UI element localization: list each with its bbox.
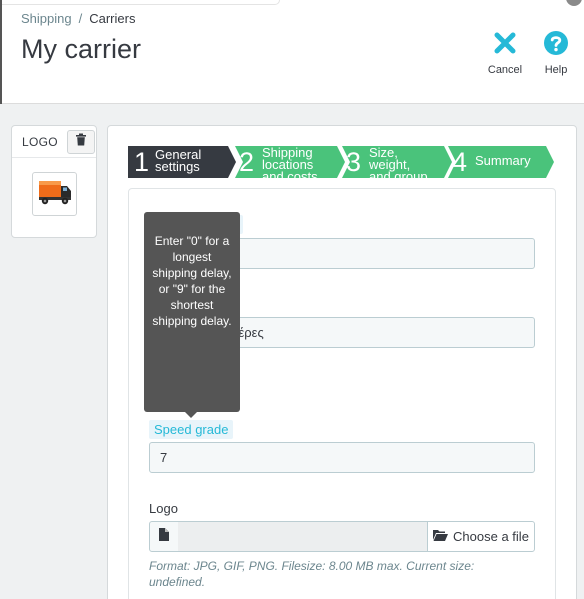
- wizard-step-summary[interactable]: 4 Summary: [448, 146, 558, 178]
- breadcrumb-current: Carriers: [89, 11, 136, 26]
- logo-panel-divider: [12, 157, 96, 158]
- help-button[interactable]: Help: [531, 30, 581, 76]
- breadcrumb-shipping-link[interactable]: Shipping: [21, 11, 72, 26]
- wizard-step-general-settings[interactable]: 1 General settings: [128, 146, 238, 178]
- close-icon: [480, 30, 530, 56]
- breadcrumb: Shipping / Carriers: [21, 11, 135, 26]
- logo-panel: LOGO: [11, 125, 97, 238]
- wizard-step-size-weight-group[interactable]: 3 Size, weight, and group: [342, 146, 454, 178]
- speed-grade-label: Speed grade: [149, 420, 234, 439]
- topbar-edge: [0, 0, 280, 5]
- wizard-step-shipping-locations[interactable]: 2 Shipping locations and costs: [235, 146, 347, 178]
- step-number: 4: [452, 147, 468, 177]
- step-label: Summary: [475, 153, 531, 168]
- delete-logo-button[interactable]: [67, 130, 95, 154]
- choose-file-button[interactable]: Choose a file: [427, 521, 535, 552]
- tooltip-arrow: [185, 412, 197, 418]
- file-name-display[interactable]: [178, 521, 428, 552]
- page-header: Shipping / Carriers My carrier Cancel Help: [0, 0, 584, 104]
- file-icon-button[interactable]: [149, 521, 179, 552]
- truck-icon: [36, 177, 74, 212]
- step-label: Shipping locations and costs: [262, 146, 318, 178]
- trash-icon: [75, 133, 87, 151]
- page-title: My carrier: [21, 34, 141, 64]
- logo-panel-title: LOGO: [22, 135, 58, 149]
- choose-file-label: Choose a file: [453, 529, 529, 544]
- tooltip-text: Enter "0" for a longest shipping delay, …: [152, 234, 232, 328]
- step-number: 3: [346, 147, 362, 177]
- file-icon: [159, 527, 169, 546]
- logo-format-help: Format: JPG, GIF, PNG. Filesize: 8.00 MB…: [149, 559, 475, 589]
- folder-open-icon: [433, 529, 449, 544]
- breadcrumb-separator: /: [78, 11, 83, 26]
- sidebar-edge: [0, 0, 2, 104]
- wizard-steps: 1 General settings 2 Shipping locations and…: [128, 146, 558, 178]
- speed-grade-input[interactable]: 7: [149, 442, 535, 473]
- speed-grade-tooltip: Enter "0" for a longest shipping delay, …: [144, 212, 240, 418]
- help-circle-icon: [531, 30, 581, 56]
- logo-file-upload: Choose a file: [149, 521, 535, 552]
- cancel-label: Cancel: [487, 64, 523, 76]
- carrier-logo-thumbnail: [32, 172, 77, 216]
- cancel-button[interactable]: Cancel: [480, 30, 530, 76]
- user-avatar[interactable]: [566, 0, 582, 6]
- step-number: 1: [134, 147, 150, 177]
- step-label: General settings: [155, 147, 202, 174]
- step-number: 2: [239, 147, 255, 177]
- help-label: Help: [544, 64, 568, 76]
- step-label: Size, weight, and group: [369, 146, 428, 178]
- logo-label: Logo: [149, 501, 178, 516]
